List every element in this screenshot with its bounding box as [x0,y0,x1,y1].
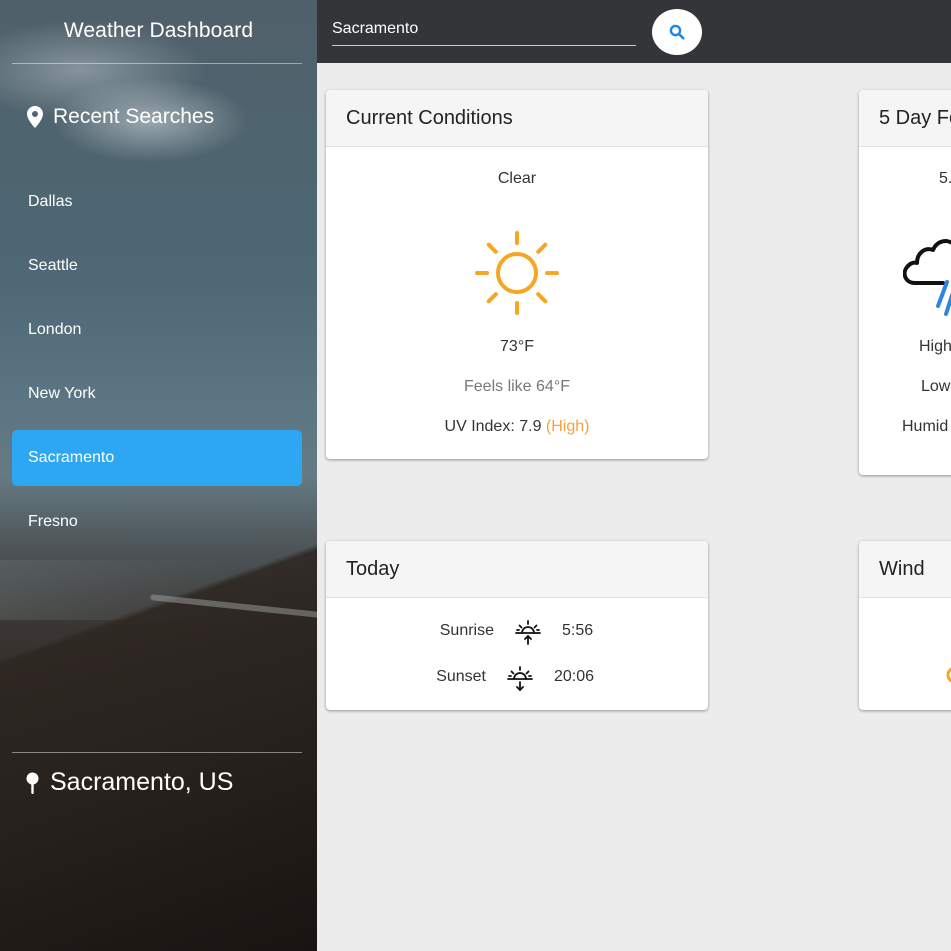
app-title: Weather Dashboard [63,19,254,42]
forecast-title: 5 Day Fo [859,90,951,147]
sidebar-item-fresno[interactable]: Fresno [12,494,302,550]
sidebar: Weather Dashboard Recent Searches Dallas… [0,0,317,951]
current-location-label: Sacramento, US [50,768,234,796]
uv-index-level: (High) [545,418,590,435]
sidebar-divider [12,63,302,64]
sun-icon [475,231,559,315]
sunset-label: Sunset [436,668,486,685]
sunrise-time: 5:56 [562,622,594,639]
current-conditions-title: Current Conditions [326,90,708,147]
feels-like: Feels like 64°F [464,378,570,395]
forecast-humidity: Humid [902,418,949,435]
condition-text: Clear [497,170,537,187]
sidebar-item-seattle[interactable]: Seattle [12,238,302,294]
recent-searches-header: Recent Searches [27,105,214,129]
forecast-card: 5 Day Fo 5. High Low Humid [859,90,951,475]
current-conditions-card: Current Conditions Clear 73°F Feels like… [326,90,708,459]
search-icon [669,24,685,40]
forecast-high: High [919,338,951,355]
sunrise-icon [515,620,541,645]
wind-direction-icon [946,667,951,683]
recent-searches-title: Recent Searches [53,105,215,128]
search-input[interactable] [332,12,636,46]
sidebar-item-dallas[interactable]: Dallas [12,174,302,230]
wind-card: Wind [859,541,951,710]
map-marker-icon [27,106,43,128]
sidebar-footer-divider [12,752,302,753]
rain-cloud-icon [903,239,951,316]
temperature: 73°F [500,338,534,355]
current-location: Sacramento, US [26,768,233,797]
top-bar [317,0,951,63]
sunrise-label: Sunrise [439,622,494,639]
uv-index: UV Index: 7.9 (High) [326,418,708,436]
today-card: Today Sunrise 5:56 Sunset 20:06 [326,541,708,710]
sunrise-row: Sunrise 5:56 [438,617,593,645]
forecast-date: 5. [939,170,951,187]
sunset-icon [507,666,533,691]
search-button[interactable] [652,9,702,55]
forecast-low: Low [921,378,951,395]
today-title: Today [326,541,708,598]
uv-index-value: UV Index: 7.9 [444,418,542,435]
sidebar-item-london[interactable]: London [12,302,302,358]
sunset-time: 20:06 [554,668,595,685]
sidebar-item-sacramento[interactable]: Sacramento [12,430,302,486]
sunset-row: Sunset 20:06 [434,663,594,691]
pushpin-icon [26,772,39,794]
sidebar-item-new-york[interactable]: New York [12,366,302,422]
wind-title: Wind [859,541,951,598]
